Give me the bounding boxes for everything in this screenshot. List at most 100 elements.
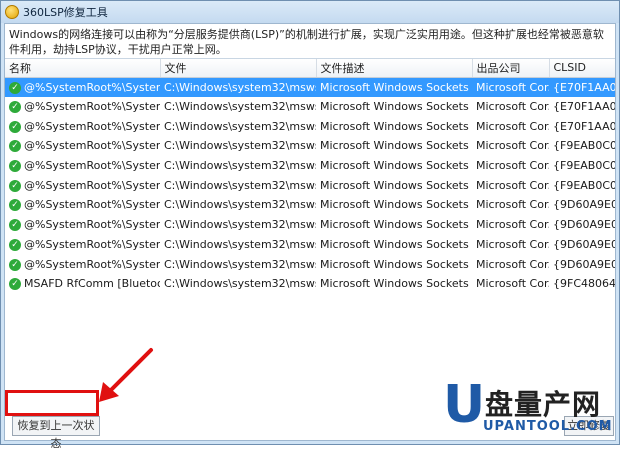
table-body: ✓@%SystemRoot%\System32...C:\Windows\sys… (5, 77, 615, 294)
row-name-label: @%SystemRoot%\System32... (24, 237, 160, 251)
cell-desc: Microsoft Windows Sockets 2.0... (320, 159, 472, 173)
table-row[interactable]: ✓@%SystemRoot%\System32... C:\Windows\sys… (5, 195, 615, 215)
check-circle-icon: ✓ (9, 238, 21, 251)
cell-desc: Microsoft Windows Sockets 2.0... (316, 77, 472, 97)
column-header-name[interactable]: 名称 (5, 59, 161, 78)
table-row[interactable]: ✓@%SystemRoot%\System32... C:\Windows\sys… (5, 116, 615, 136)
cell-file: C:\Windows\system32\mswsock... (164, 178, 316, 192)
cell-file: C:\Windows\system32\mswsock... (164, 277, 316, 291)
table-row[interactable]: ✓@%SystemRoot%\System32... C:\Windows\sys… (5, 215, 615, 235)
row-name-label: @%SystemRoot%\System32... (24, 119, 160, 133)
check-circle-icon: ✓ (9, 219, 21, 232)
row-name-label: MSAFD RfComm [Bluetooth] (24, 277, 160, 291)
cell-clsid: {F9EAB0C0-2... (553, 178, 615, 192)
column-header-file[interactable]: 文件 (160, 59, 317, 78)
cell-company: Microsoft Cor... (476, 257, 549, 271)
cell-company: Microsoft Cor... (476, 237, 549, 251)
check-circle-icon: ✓ (9, 101, 21, 114)
watermark-url: UPANTOOL.COM (483, 419, 613, 434)
cell-name: ✓@%SystemRoot%\System32... (5, 136, 160, 156)
cell-name: ✓@%SystemRoot%\System32... (5, 156, 160, 176)
cell-name: ✓@%SystemRoot%\System32... (5, 254, 160, 274)
description-text: Windows的网络连接可以由称为“分层服务提供商(LSP)”的机制进行扩展，实… (9, 28, 604, 56)
cell-file: C:\Windows\system32\mswsock... (164, 100, 316, 114)
table-row[interactable]: ✓@%SystemRoot%\System32...C:\Windows\sys… (5, 77, 615, 97)
cell-company: Microsoft Cor... (476, 100, 549, 114)
restore-previous-button[interactable]: 恢复到上一次状态 (12, 416, 100, 450)
check-circle-icon: ✓ (9, 258, 21, 271)
cell-desc: Microsoft Windows Sockets 2.0... (320, 218, 472, 232)
row-name-label: @%SystemRoot%\System32... (24, 80, 160, 94)
table-header-row: 名称 文件 文件描述 出品公司 CLSID (5, 59, 615, 78)
check-circle-icon: ✓ (9, 140, 21, 153)
cell-clsid: {9D60A9E0-3... (553, 257, 615, 271)
table-row[interactable]: ✓MSAFD RfComm [Bluetooth] C:\Windows\syst… (5, 274, 615, 294)
row-name-label: @%SystemRoot%\System32... (24, 198, 160, 212)
annotation-arrow-icon (99, 348, 153, 402)
cell-company: Microsoft Cor... (476, 159, 549, 173)
table-row[interactable]: ✓@%SystemRoot%\System32... C:\Windows\sys… (5, 254, 615, 274)
cell-company: Microsoft Cor... (476, 218, 549, 232)
cell-file: C:\Windows\system32\mswsock... (164, 218, 316, 232)
cell-file: C:\Windows\system32\mswsock... (164, 198, 316, 212)
table-row[interactable]: ✓@%SystemRoot%\System32... C:\Windows\sys… (5, 136, 615, 156)
watermark-chinese: 盘量产网 (485, 388, 602, 421)
cell-clsid: {F9EAB0C0-2... (553, 159, 615, 173)
cell-desc: Microsoft Windows Sockets 2.0... (320, 237, 472, 251)
cell-company: Microsoft Cor... (476, 277, 549, 291)
cell-clsid: {E70F1AA0-A... (553, 100, 615, 114)
cell-file: C:\Windows\system32\mswsock... (164, 159, 316, 173)
row-name-label: @%SystemRoot%\System32... (24, 218, 160, 232)
cell-desc: Microsoft Windows Sockets 2.0... (320, 257, 472, 271)
watermark-letter: U (443, 375, 486, 435)
cell-company: Microsoft Cor... (476, 198, 549, 212)
cell-desc: Microsoft Windows Sockets 2.0... (320, 198, 472, 212)
cell-clsid: {9FC48064-7... (553, 277, 615, 291)
cell-clsid: {9D60A9E0-3... (553, 198, 615, 212)
table-row[interactable]: ✓@%SystemRoot%\System32... C:\Windows\sys… (5, 156, 615, 176)
cell-company: Microsoft Cor... (476, 139, 549, 153)
column-header-description[interactable]: 文件描述 (316, 59, 473, 78)
window-title: 360LSP修复工具 (23, 6, 108, 19)
cell-company: Microsoft Cor... (476, 119, 549, 133)
annotation-highlight-box (5, 390, 99, 416)
column-header-company[interactable]: 出品公司 (472, 59, 550, 78)
cell-clsid: {E70F1AA0-A... (549, 77, 615, 97)
cell-desc: Microsoft Windows Sockets 2.0... (320, 139, 472, 153)
row-name-label: @%SystemRoot%\System32... (24, 100, 160, 114)
check-circle-icon: ✓ (9, 160, 21, 173)
cell-name: ✓@%SystemRoot%\System32... (5, 195, 160, 215)
row-name-label: @%SystemRoot%\System32... (24, 178, 160, 192)
cell-desc: Microsoft Windows Sockets 2.0... (320, 178, 472, 192)
row-name-label: @%SystemRoot%\System32... (24, 257, 160, 271)
check-circle-icon: ✓ (9, 278, 21, 291)
cell-desc: Microsoft Windows Sockets 2.0... (320, 100, 472, 114)
cell-file: C:\Windows\system32\mswsock... (164, 237, 316, 251)
cell-name: ✓@%SystemRoot%\System32... (5, 77, 160, 97)
cell-file: C:\Windows\system32\mswsock... (164, 119, 316, 133)
lsp-repair-window: 360LSP修复工具 Windows的网络连接可以由称为“分层服务提供商(LSP… (0, 0, 620, 450)
column-header-clsid[interactable]: CLSID (549, 59, 615, 78)
cell-clsid: {E70F1AA0-A... (553, 119, 615, 133)
check-circle-icon: ✓ (9, 81, 21, 94)
cell-file: C:\Windows\system32\mswsock... (164, 257, 316, 271)
cell-name: ✓@%SystemRoot%\System32... (5, 116, 160, 136)
cell-clsid: {9D60A9E0-3... (553, 237, 615, 251)
cell-name: ✓@%SystemRoot%\System32... (5, 175, 160, 195)
cell-company: Microsoft Cor... (472, 77, 549, 97)
cell-name: ✓MSAFD RfComm [Bluetooth] (5, 274, 160, 294)
row-name-label: @%SystemRoot%\System32... (24, 159, 160, 173)
table-row[interactable]: ✓@%SystemRoot%\System32... C:\Windows\sys… (5, 97, 615, 117)
table-row[interactable]: ✓@%SystemRoot%\System32... C:\Windows\sys… (5, 235, 615, 255)
cell-clsid: {F9EAB0C0-2... (553, 139, 615, 153)
table-row[interactable]: ✓@%SystemRoot%\System32... C:\Windows\sys… (5, 175, 615, 195)
watermark-logo: U 盘量产网 UPANTOOL.COM (443, 379, 618, 439)
app-logo-icon (5, 5, 19, 19)
cell-desc: Microsoft Windows Sockets 2.0... (320, 119, 472, 133)
title-bar: 360LSP修复工具 (1, 1, 619, 23)
cell-name: ✓@%SystemRoot%\System32... (5, 235, 160, 255)
check-circle-icon: ✓ (9, 179, 21, 192)
row-name-label: @%SystemRoot%\System32... (24, 139, 160, 153)
cell-name: ✓@%SystemRoot%\System32... (5, 97, 160, 117)
cell-file: C:\Windows\system32\mswsock... (164, 139, 316, 153)
